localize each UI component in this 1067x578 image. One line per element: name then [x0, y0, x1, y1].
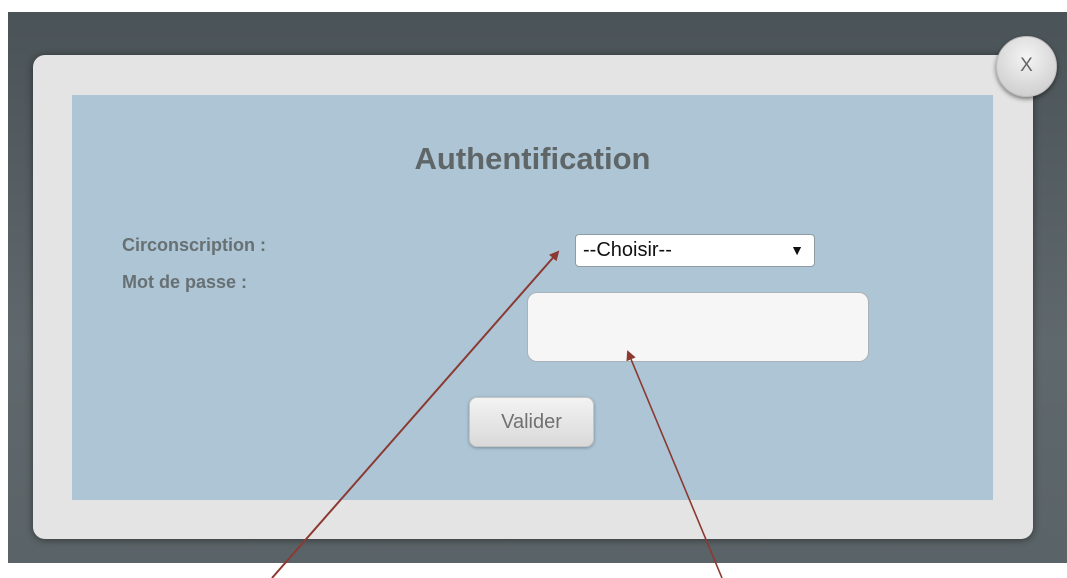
- chevron-down-icon: ▼: [790, 242, 804, 258]
- close-icon[interactable]: X: [996, 36, 1057, 97]
- circonscription-select[interactable]: --Choisir-- ▼: [575, 234, 815, 267]
- password-field[interactable]: [527, 292, 869, 362]
- submit-button[interactable]: Valider: [469, 397, 594, 447]
- select-value: --Choisir--: [583, 239, 672, 261]
- auth-modal: Authentification Circonscription : Mot d…: [33, 55, 1033, 539]
- modal-title: Authentification: [414, 141, 651, 176]
- password-label: Mot de passe :: [122, 272, 248, 292]
- screen: Authentification Circonscription : Mot d…: [0, 0, 1067, 578]
- circonscription-label: Circonscription :: [122, 235, 267, 255]
- auth-panel: Authentification Circonscription : Mot d…: [72, 95, 993, 500]
